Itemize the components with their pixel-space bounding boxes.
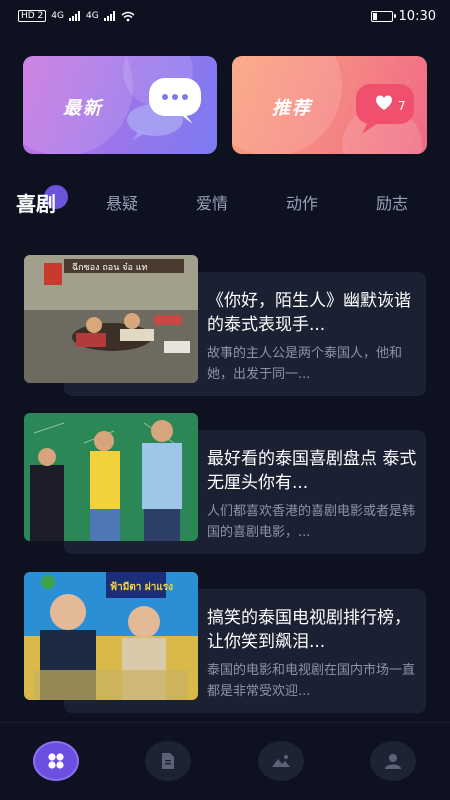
battery-icon xyxy=(370,10,396,22)
movie-thumbnail[interactable]: ฉีกซอง ถอน จ๋อ แท xyxy=(24,255,198,383)
article-title[interactable]: 《你好，陌生人》幽默诙谐的泰式表现手... xyxy=(207,289,417,337)
grid-icon xyxy=(48,753,64,769)
user-icon xyxy=(385,754,401,769)
tab-action[interactable]: 动作 xyxy=(286,190,318,214)
nav-articles-button[interactable] xyxy=(145,741,191,781)
image-icon xyxy=(272,755,290,767)
signal-1-label: 4G xyxy=(51,11,64,21)
status-bar: HD 2 4G 4G 10:30 xyxy=(0,0,450,32)
poster-title-text: ฉีกซอง ถอน จ๋อ แท xyxy=(72,262,148,273)
movie-poster-image xyxy=(24,413,198,541)
chat-bubble-icon xyxy=(127,78,201,140)
article-description: 人们都喜欢香港的喜剧电影或者是韩国的喜剧电影，... xyxy=(207,504,416,540)
wifi-icon xyxy=(121,11,135,21)
signal-2-label: 4G xyxy=(86,11,99,21)
recommend-banner-label: 推荐 xyxy=(272,98,312,119)
poster-title-text: ฟ้ามีตา ผ่าแรง xyxy=(110,581,173,593)
nav-gallery-button[interactable] xyxy=(258,741,304,781)
recommend-banner[interactable]: 推荐 7 xyxy=(232,56,427,154)
latest-banner[interactable]: 最新 xyxy=(23,56,217,154)
tab-suspense[interactable]: 悬疑 xyxy=(106,190,138,214)
article-title[interactable]: 搞笑的泰国电视剧排行榜，让你笑到飙泪... xyxy=(207,606,417,654)
network-label: HD 2 xyxy=(18,10,47,22)
nav-profile-button[interactable] xyxy=(370,741,416,781)
movie-poster-image: ฉีกซอง ถอน จ๋อ แท xyxy=(24,255,198,383)
bottom-navigation xyxy=(0,722,450,800)
list-item[interactable]: ฉีกซอง ถอน จ๋อ แท 《你好，陌生人》幽默诙谐的泰式表现手... … xyxy=(24,255,426,396)
badge-count: 7 xyxy=(398,99,406,113)
status-right: 10:30 xyxy=(370,8,436,24)
signal-icon xyxy=(69,11,80,21)
list-item[interactable]: 最好看的泰国喜剧盘点 泰式无厘头你有... 人们都喜欢香港的喜剧电影或者是韩国的… xyxy=(24,413,426,554)
nav-home-button[interactable] xyxy=(33,741,79,781)
heart-badge-icon: 7 xyxy=(356,84,414,134)
movie-thumbnail[interactable] xyxy=(24,413,198,541)
status-time: 10:30 xyxy=(398,8,436,24)
tab-inspirational[interactable]: 励志 xyxy=(376,190,408,214)
document-icon xyxy=(162,753,174,769)
movie-poster-image: ฟ้ามีตา ผ่าแรง xyxy=(24,572,198,700)
article-description: 泰国的电影和电视剧在国内市场一直都是非常受欢迎... xyxy=(207,663,416,699)
list-item[interactable]: ฟ้ามีตา ผ่าแรง 搞笑的泰国电视剧排行榜，让你笑到飙泪... 泰国的… xyxy=(24,572,426,713)
article-description: 故事的主人公是两个泰国人，他和她，出发于同一... xyxy=(207,346,403,382)
status-left: HD 2 4G 4G xyxy=(18,10,135,22)
signal-icon-2 xyxy=(103,11,115,21)
tab-comedy[interactable]: 喜剧 xyxy=(16,188,56,217)
category-tabs: 喜剧 悬疑 爱情 动作 励志 xyxy=(0,185,450,218)
latest-banner-label: 最新 xyxy=(63,98,103,119)
tab-romance[interactable]: 爱情 xyxy=(196,190,228,214)
article-title[interactable]: 最好看的泰国喜剧盘点 泰式无厘头你有... xyxy=(207,447,417,495)
movie-thumbnail[interactable]: ฟ้ามีตา ผ่าแรง xyxy=(24,572,198,700)
